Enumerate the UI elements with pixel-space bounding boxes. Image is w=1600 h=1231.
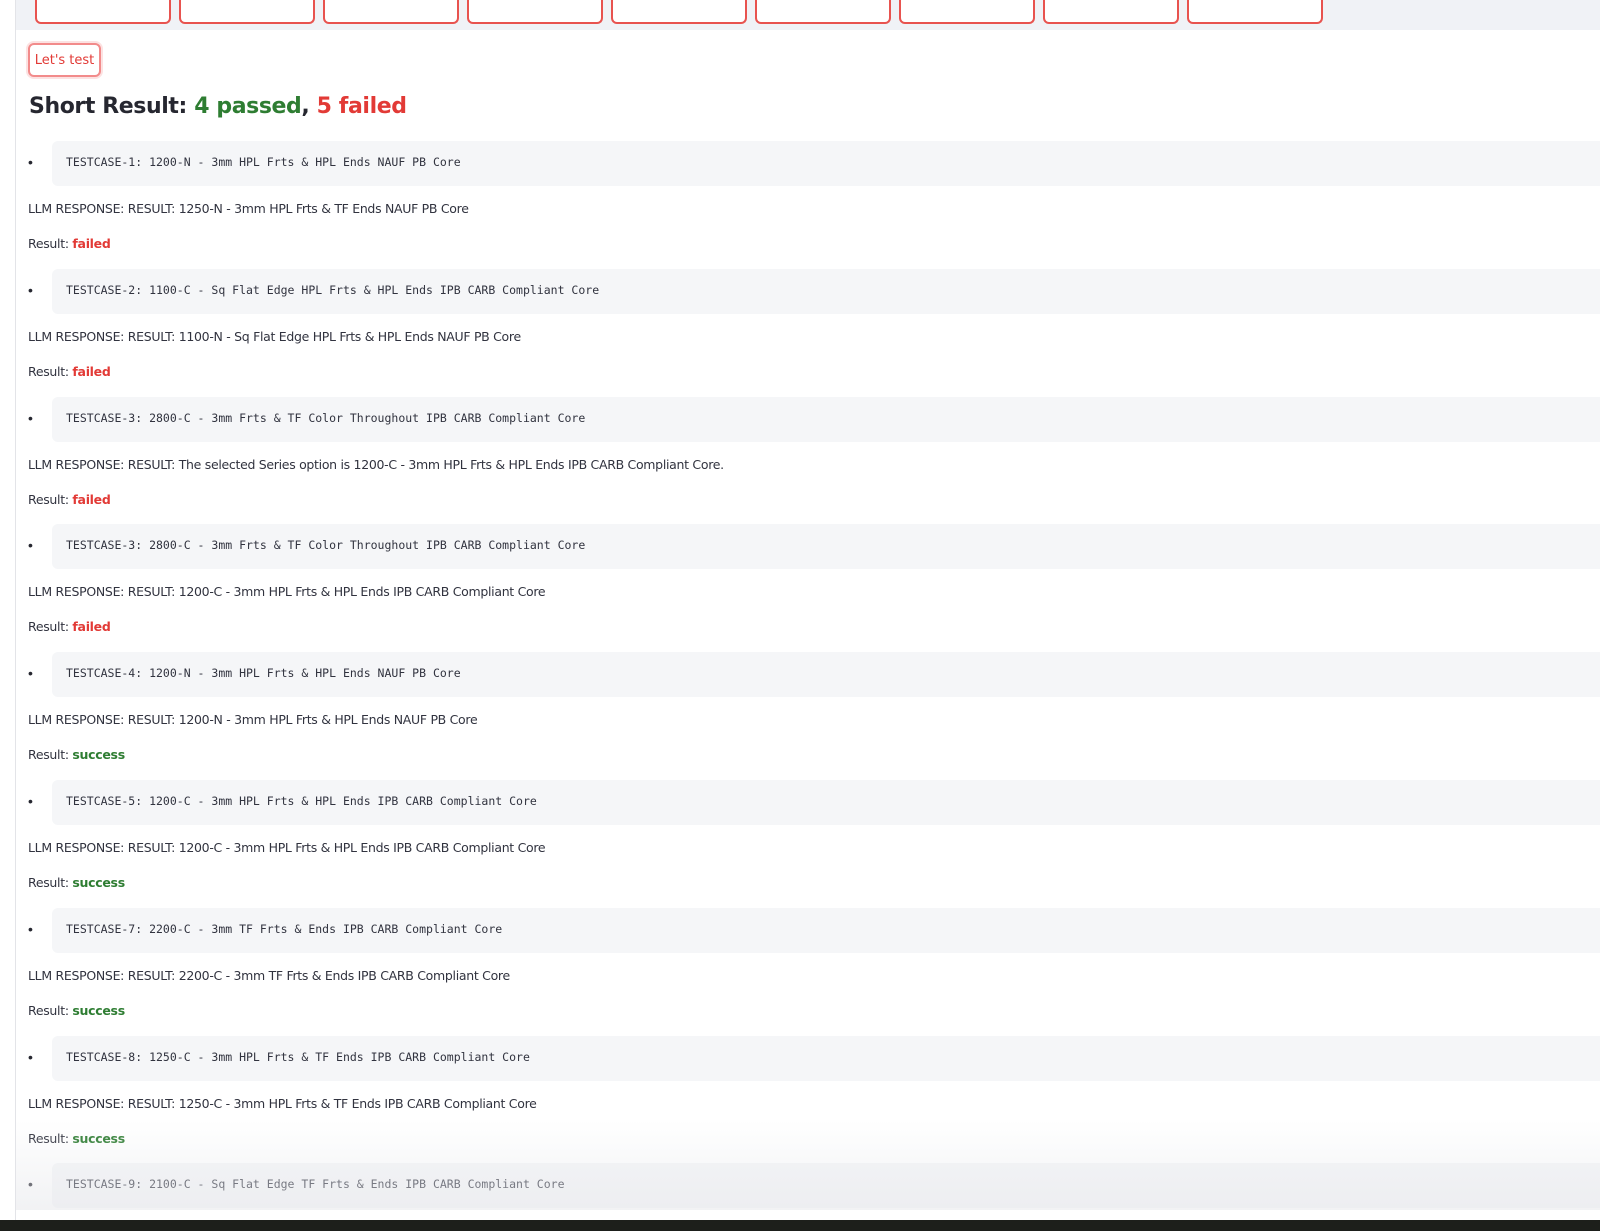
llm-response-text: LLM RESPONSE: RESULT: The selected Serie…: [28, 457, 724, 472]
bullet-icon: •: [28, 154, 33, 170]
result-status: failed: [72, 236, 111, 251]
top-button[interactable]: [323, 0, 459, 24]
testcase-input-code: TESTCASE-3: 2800-C - 3mm Frts & TF Color…: [52, 397, 1600, 442]
testcase-input-code: TESTCASE-1: 1200-N - 3mm HPL Frts & HPL …: [52, 141, 1600, 186]
top-button[interactable]: [1043, 0, 1179, 24]
result-status: success: [72, 875, 125, 890]
top-button[interactable]: [755, 0, 891, 24]
result-label: Result:: [28, 364, 73, 379]
bullet-icon: •: [28, 410, 33, 426]
result-line: Result: success: [28, 1131, 125, 1146]
summary-separator: ,: [301, 94, 317, 119]
bullet-icon: •: [28, 921, 33, 937]
testcase-input-code: TESTCASE-4: 1200-N - 3mm HPL Frts & HPL …: [52, 652, 1600, 697]
failed-count: 5 failed: [316, 94, 407, 119]
llm-response-text: LLM RESPONSE: RESULT: 1200-C - 3mm HPL F…: [28, 840, 546, 855]
short-result-prefix: Short Result:: [29, 94, 195, 119]
results-page: Let's test Short Result: 4 passed, 5 fai…: [0, 0, 1600, 1231]
top-button[interactable]: [467, 0, 603, 24]
lets-test-button[interactable]: Let's test: [28, 43, 101, 77]
left-divider: [15, 0, 16, 1222]
passed-count: 4 passed: [194, 94, 302, 119]
short-result-heading: Short Result: 4 passed, 5 failed: [29, 94, 407, 119]
result-label: Result:: [28, 492, 73, 507]
bullet-icon: •: [28, 793, 33, 809]
top-button[interactable]: [35, 0, 171, 24]
llm-response-text: LLM RESPONSE: RESULT: 2200-C - 3mm TF Fr…: [28, 968, 510, 983]
testcase-input-code: TESTCASE-9: 2100-C - Sq Flat Edge TF Frt…: [52, 1163, 1600, 1208]
top-button[interactable]: [179, 0, 315, 24]
testcase-input-code: TESTCASE-5: 1200-C - 3mm HPL Frts & HPL …: [52, 780, 1600, 825]
result-status: success: [72, 747, 125, 762]
llm-response-text: LLM RESPONSE: RESULT: 1250-C - 3mm HPL F…: [28, 1096, 537, 1111]
llm-response-text: LLM RESPONSE: RESULT: 1100-N - Sq Flat E…: [28, 329, 521, 344]
result-label: Result:: [28, 875, 73, 890]
result-status: failed: [72, 619, 111, 634]
top-button-row: [35, 0, 1323, 24]
testcase-input-code: TESTCASE-2: 1100-C - Sq Flat Edge HPL Fr…: [52, 269, 1600, 314]
top-button[interactable]: [611, 0, 747, 24]
testcase-input-code: TESTCASE-8: 1250-C - 3mm HPL Frts & TF E…: [52, 1036, 1600, 1081]
result-line: Result: failed: [28, 619, 111, 634]
testcase-input-code: TESTCASE-7: 2200-C - 3mm TF Frts & Ends …: [52, 908, 1600, 953]
result-line: Result: failed: [28, 364, 111, 379]
llm-response-text: LLM RESPONSE: RESULT: 1200-N - 3mm HPL F…: [28, 712, 478, 727]
result-label: Result:: [28, 619, 73, 634]
result-line: Result: success: [28, 1003, 125, 1018]
result-label: Result:: [28, 747, 73, 762]
result-line: Result: failed: [28, 236, 111, 251]
llm-response-text: LLM RESPONSE: RESULT: 1200-C - 3mm HPL F…: [28, 584, 546, 599]
result-line: Result: success: [28, 747, 125, 762]
bullet-icon: •: [28, 665, 33, 681]
result-status: failed: [72, 364, 111, 379]
bullet-icon: •: [28, 1049, 33, 1065]
result-label: Result:: [28, 1131, 73, 1146]
result-status: success: [72, 1131, 125, 1146]
result-line: Result: success: [28, 875, 125, 890]
result-status: failed: [72, 492, 111, 507]
bullet-icon: •: [28, 1176, 33, 1192]
result-line: Result: failed: [28, 492, 111, 507]
top-button[interactable]: [899, 0, 1035, 24]
bullet-icon: •: [28, 537, 33, 553]
llm-response-text: LLM RESPONSE: RESULT: 1250-N - 3mm HPL F…: [28, 201, 469, 216]
result-status: success: [72, 1003, 125, 1018]
bottom-window-bar: [0, 1220, 1600, 1231]
result-label: Result:: [28, 1003, 73, 1018]
top-button[interactable]: [1187, 0, 1323, 24]
testcase-input-code: TESTCASE-3: 2800-C - 3mm Frts & TF Color…: [52, 524, 1600, 569]
bullet-icon: •: [28, 282, 33, 298]
result-label: Result:: [28, 236, 73, 251]
